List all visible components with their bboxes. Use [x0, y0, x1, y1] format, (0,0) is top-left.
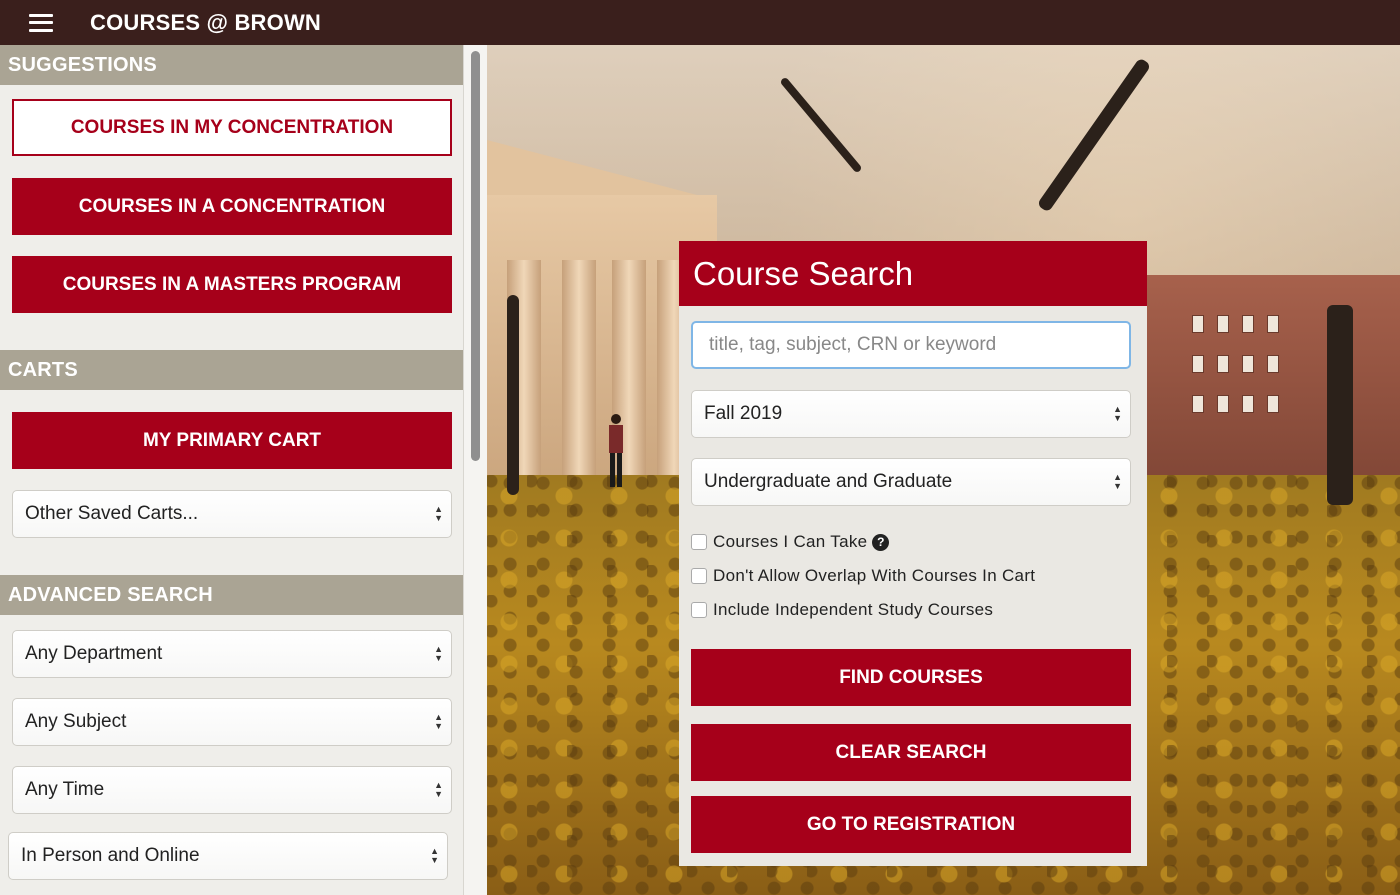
courses-i-can-take-option: Courses I Can Take ?: [691, 532, 890, 552]
course-search-input[interactable]: [691, 321, 1131, 369]
term-select[interactable]: Fall 2019 ▲ ▼: [691, 390, 1131, 438]
independent-study-option: Include Independent Study Courses: [691, 600, 993, 620]
select-arrows-icon: ▲ ▼: [1113, 404, 1122, 423]
sidebar-scrollbar-thumb[interactable]: [471, 51, 480, 461]
no-overlap-label[interactable]: Don't Allow Overlap With Courses In Cart: [713, 566, 1035, 586]
top-bar: COURSES @ BROWN: [0, 0, 1400, 45]
time-value: Any Time: [25, 779, 105, 800]
course-search-panel: Course Search Fall 2019 ▲▼ Undergraduate…: [679, 241, 1147, 866]
find-courses-button[interactable]: FIND COURSES: [691, 649, 1131, 706]
time-select[interactable]: Any Time ▲ ▼: [12, 766, 452, 814]
advanced-search-heading: ADVANCED SEARCH: [0, 575, 463, 615]
courses-in-masters-program-button[interactable]: COURSES IN A MASTERS PROGRAM: [12, 256, 452, 313]
hamburger-menu-button[interactable]: [0, 0, 82, 45]
sidebar-scrollbar[interactable]: [463, 45, 487, 895]
course-search-title: Course Search: [679, 241, 1147, 306]
department-value: Any Department: [25, 643, 163, 664]
carts-heading: CARTS: [0, 350, 463, 390]
select-arrows-icon: ▲ ▼: [434, 644, 443, 663]
other-saved-carts-value: Other Saved Carts...: [25, 503, 199, 524]
instruction-mode-value: In Person and Online: [21, 845, 200, 866]
clear-search-button[interactable]: CLEAR SEARCH: [691, 724, 1131, 781]
no-overlap-option: Don't Allow Overlap With Courses In Cart: [691, 566, 1035, 586]
courses-in-my-concentration-button[interactable]: COURSES IN MY CONCENTRATION: [12, 99, 452, 156]
subject-select[interactable]: Any Subject ▲ ▼: [12, 698, 452, 746]
term-value: Fall 2019: [704, 403, 783, 424]
level-value: Undergraduate and Graduate: [704, 471, 953, 492]
suggestions-heading: SUGGESTIONS: [0, 45, 463, 85]
question-circle-icon[interactable]: ?: [872, 533, 890, 551]
no-overlap-checkbox[interactable]: [691, 568, 707, 584]
courses-in-a-concentration-button[interactable]: COURSES IN A CONCENTRATION: [12, 178, 452, 235]
go-to-registration-button[interactable]: GO TO REGISTRATION: [691, 796, 1131, 853]
courses-i-can-take-label[interactable]: Courses I Can Take: [713, 532, 867, 552]
app-title: COURSES @ BROWN: [90, 9, 322, 35]
instruction-mode-select[interactable]: In Person and Online ▲ ▼: [8, 832, 448, 880]
select-arrows-icon: ▲ ▼: [430, 846, 439, 865]
courses-i-can-take-checkbox[interactable]: [691, 534, 707, 550]
independent-study-checkbox[interactable]: [691, 602, 707, 618]
level-select[interactable]: Undergraduate and Graduate ▲ ▼: [691, 458, 1131, 506]
select-arrows-icon: ▲ ▼: [1113, 472, 1122, 491]
other-saved-carts-select[interactable]: Other Saved Carts... ▲ ▼: [12, 490, 452, 538]
select-arrows-icon: ▲ ▼: [434, 504, 443, 523]
sidebar: SUGGESTIONS COURSES IN MY CONCENTRATION …: [0, 45, 463, 895]
walking-person-figure: [609, 414, 623, 487]
select-arrows-icon: ▲ ▼: [434, 780, 443, 799]
select-arrows-icon: ▲ ▼: [434, 712, 443, 731]
my-primary-cart-button[interactable]: MY PRIMARY CART: [12, 412, 452, 469]
independent-study-label[interactable]: Include Independent Study Courses: [713, 600, 993, 620]
subject-value: Any Subject: [25, 711, 127, 732]
department-select[interactable]: Any Department ▲ ▼: [12, 630, 452, 678]
hamburger-icon: [29, 13, 53, 32]
